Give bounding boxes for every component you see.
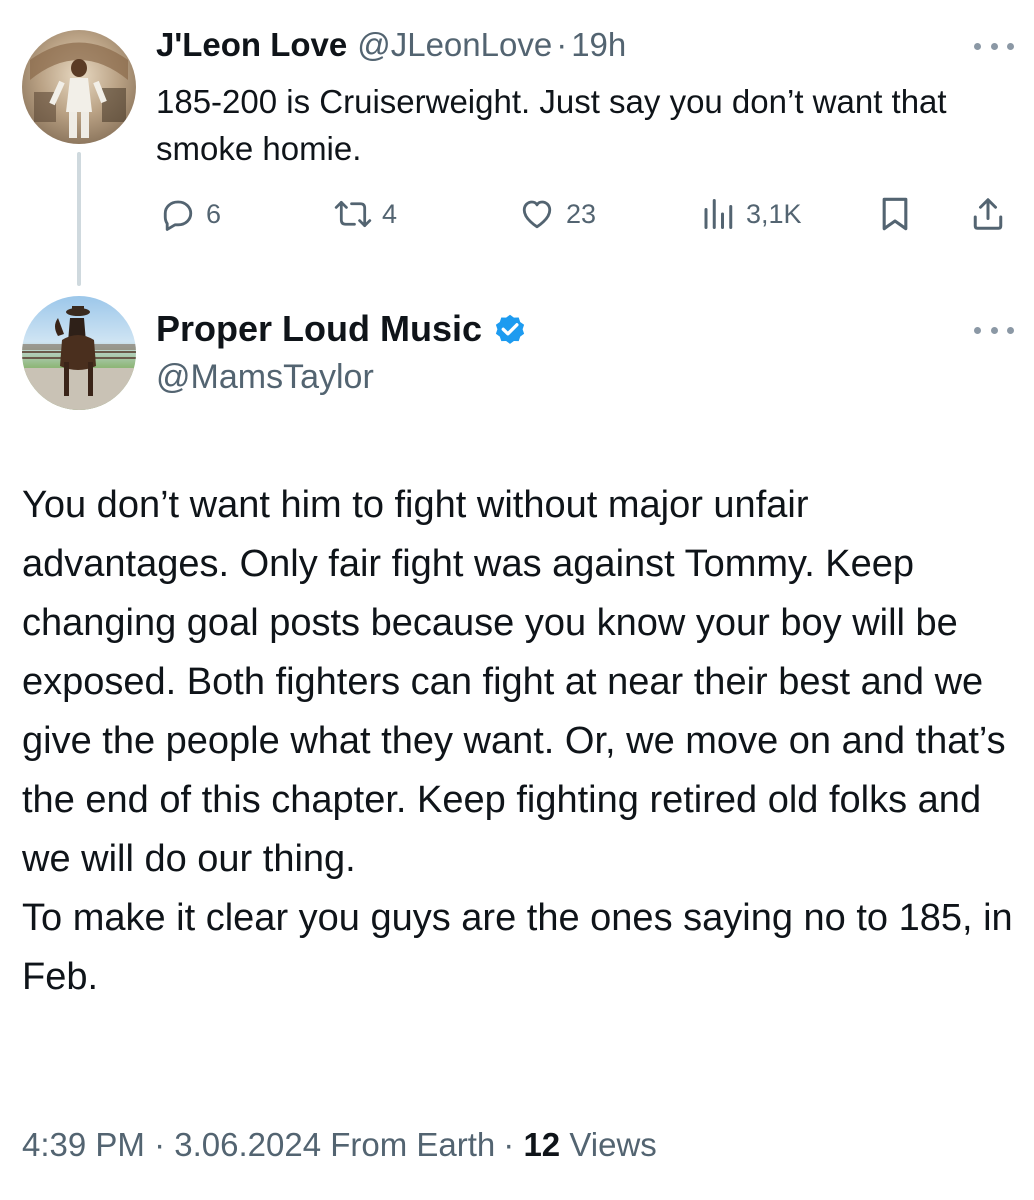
share-icon — [973, 198, 1003, 230]
avatar-image — [22, 306, 136, 410]
views-label: Views — [569, 1126, 657, 1163]
share-button[interactable] — [970, 193, 1006, 235]
views-count[interactable]: 12 — [523, 1126, 560, 1163]
timestamp[interactable]: 4:39 PM — [22, 1126, 145, 1163]
reply-parent-text: 185-200 is Cruiserweight. Just say you d… — [156, 83, 947, 167]
repost-button[interactable]: 4 — [334, 193, 397, 235]
reply-icon — [163, 200, 193, 231]
tweet-meta: 4:39 PM · 3.06.2024 From Earth · 12 Views — [22, 1126, 657, 1164]
reply-button[interactable]: 6 — [160, 193, 221, 235]
reply-parent-header: J'Leon Love @JLeonLove · 19h — [156, 26, 626, 70]
bookmark-icon — [882, 197, 908, 231]
like-count: 23 — [566, 198, 597, 229]
tweet-paragraph: To make it clear you guys are the ones s… — [22, 897, 1013, 998]
repost-count: 4 — [382, 198, 398, 229]
separator-dot: · — [154, 1126, 166, 1163]
thread-connector-line — [77, 152, 81, 286]
like-button[interactable]: 23 — [518, 193, 596, 235]
avatar-image — [30, 42, 128, 138]
tweet-source: From Earth — [330, 1126, 496, 1163]
bookmark-button[interactable] — [878, 193, 912, 235]
avatar-mamstaylor[interactable] — [22, 296, 136, 410]
views-button[interactable]: 3,1K — [700, 193, 802, 235]
user-handle[interactable]: @JLeonLove — [357, 26, 552, 64]
reply-count: 6 — [206, 198, 222, 229]
separator-dot: · — [503, 1126, 515, 1163]
heart-icon — [522, 200, 552, 229]
more-horizontal-icon[interactable] — [974, 324, 1014, 336]
date[interactable]: 3.06.2024 — [174, 1126, 321, 1163]
display-name[interactable]: J'Leon Love — [156, 26, 347, 64]
main-tweet-text: You don’t want him to fight without majo… — [22, 476, 1022, 1007]
avatar-jleonlove[interactable] — [22, 30, 136, 144]
analytics-bar-icon — [704, 199, 733, 229]
time-ago[interactable]: 19h — [571, 26, 626, 64]
display-name[interactable]: Proper Loud Music — [156, 308, 482, 350]
more-horizontal-icon[interactable] — [974, 40, 1014, 52]
separator-dot: · — [556, 26, 568, 63]
tweet-paragraph: You don’t want him to fight without majo… — [22, 484, 1006, 880]
user-handle[interactable]: @MamsTaylor — [156, 358, 374, 397]
views-count: 3,1K — [746, 198, 802, 229]
main-tweet-header: Proper Loud Music — [156, 308, 528, 350]
repost-icon — [334, 200, 372, 228]
verified-badge-icon[interactable] — [492, 311, 528, 347]
